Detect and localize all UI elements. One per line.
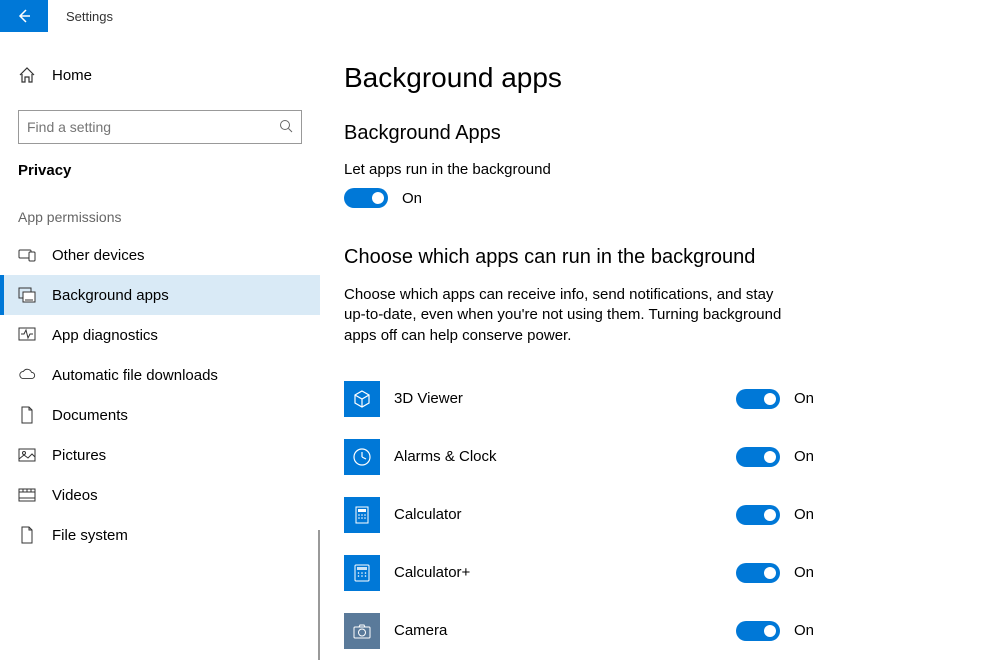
app-icon-camera <box>344 613 380 649</box>
app-icon-calculator <box>344 497 380 533</box>
sidebar-item-other-devices[interactable]: Other devices <box>0 235 320 275</box>
sidebar-item-label: Background apps <box>52 287 169 304</box>
sidebar-item-background-apps[interactable]: Background apps <box>0 275 320 315</box>
section-description: Choose which apps can receive info, send… <box>344 285 794 346</box>
app-icon-3d-viewer <box>344 381 380 417</box>
sidebar: Home Privacy App permissions Other devic… <box>0 32 320 660</box>
sidebar-item-file-system[interactable]: File system <box>0 515 320 555</box>
app-name: Calculator+ <box>380 564 736 581</box>
home-label: Home <box>52 67 92 84</box>
sidebar-item-label: Other devices <box>52 247 145 264</box>
app-row-calculator: Calculator On <box>344 486 814 544</box>
sidebar-item-label: Pictures <box>52 447 106 464</box>
title-bar: Settings <box>0 0 982 32</box>
app-toggle-state: On <box>794 564 814 581</box>
app-name: Alarms & Clock <box>380 448 736 465</box>
app-toggle-3d-viewer[interactable] <box>736 389 780 409</box>
app-toggle-camera[interactable] <box>736 621 780 641</box>
search-icon <box>279 119 293 136</box>
master-toggle-label: Let apps run in the background <box>344 161 958 178</box>
app-toggle-state: On <box>794 622 814 639</box>
app-row-alarms-clock: Alarms & Clock On <box>344 428 814 486</box>
file-icon <box>18 526 36 544</box>
app-toggle-state: On <box>794 390 814 407</box>
back-arrow-icon <box>16 8 32 24</box>
section-heading-master: Background Apps <box>344 122 958 145</box>
devices-icon <box>18 246 36 264</box>
sidebar-item-label: Automatic file downloads <box>52 367 218 384</box>
sidebar-scrollbar[interactable] <box>318 530 320 660</box>
sidebar-item-label: File system <box>52 527 128 544</box>
cloud-download-icon <box>18 366 36 384</box>
diagnostics-icon <box>18 326 36 344</box>
app-row-calculator-plus: Calculator+ On <box>344 544 814 602</box>
master-toggle[interactable] <box>344 188 388 208</box>
app-name: Calculator <box>380 506 736 523</box>
app-toggle-state: On <box>794 448 814 465</box>
sidebar-category: Privacy <box>0 162 320 209</box>
sidebar-item-automatic-file-downloads[interactable]: Automatic file downloads <box>0 355 320 395</box>
sidebar-item-videos[interactable]: Videos <box>0 475 320 515</box>
app-toggle-calculator[interactable] <box>736 505 780 525</box>
back-button[interactable] <box>0 0 48 32</box>
app-name: Camera <box>380 622 736 639</box>
sidebar-item-label: App diagnostics <box>52 327 158 344</box>
sidebar-group-label: App permissions <box>0 209 320 235</box>
app-icon-alarms-clock <box>344 439 380 475</box>
search-box[interactable] <box>18 110 302 144</box>
pictures-icon <box>18 446 36 464</box>
app-row-camera: Camera On <box>344 602 814 660</box>
master-toggle-state: On <box>402 190 422 207</box>
app-icon-calculator-plus <box>344 555 380 591</box>
main-content: Background apps Background Apps Let apps… <box>320 32 982 660</box>
page-title: Background apps <box>344 62 958 94</box>
videos-icon <box>18 486 36 504</box>
app-toggle-calculator-plus[interactable] <box>736 563 780 583</box>
app-name: 3D Viewer <box>380 390 736 407</box>
search-input[interactable] <box>27 119 279 135</box>
sidebar-item-documents[interactable]: Documents <box>0 395 320 435</box>
window-title: Settings <box>48 9 113 24</box>
background-apps-icon <box>18 286 36 304</box>
app-row-3d-viewer: 3D Viewer On <box>344 370 814 428</box>
document-icon <box>18 406 36 424</box>
app-toggle-state: On <box>794 506 814 523</box>
sidebar-item-label: Videos <box>52 487 98 504</box>
home-icon <box>18 66 36 84</box>
app-toggle-alarms-clock[interactable] <box>736 447 780 467</box>
sidebar-item-app-diagnostics[interactable]: App diagnostics <box>0 315 320 355</box>
sidebar-home[interactable]: Home <box>0 58 320 92</box>
sidebar-item-label: Documents <box>52 407 128 424</box>
sidebar-item-pictures[interactable]: Pictures <box>0 435 320 475</box>
section-heading-choose: Choose which apps can run in the backgro… <box>344 246 958 269</box>
